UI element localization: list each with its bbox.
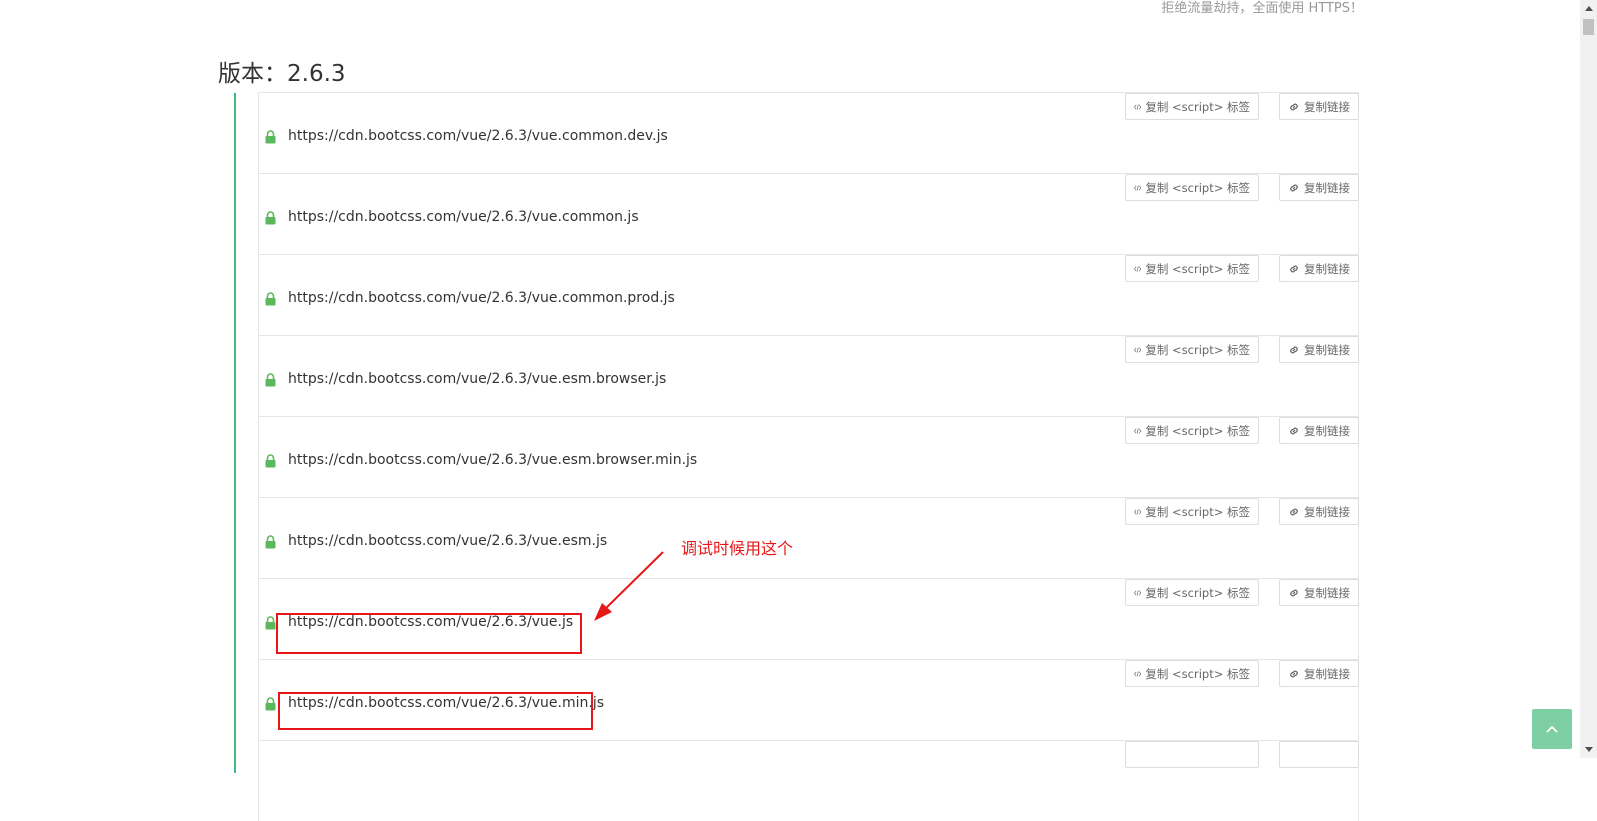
annotation-arrow [594,551,664,621]
copy-link-button[interactable]: 复制链接 [1279,93,1359,120]
copy-script-tag-button[interactable] [1125,741,1259,768]
lock-icon [265,534,276,549]
lock-icon [265,291,276,306]
code-icon [1134,427,1142,434]
file-item: https://cdn.bootcss.com/vue/2.6.3/vue.co… [258,173,1359,254]
copy-script-tag-button[interactable]: 复制 <script> 标签 [1125,336,1259,363]
lock-icon [265,372,276,387]
vertical-scrollbar[interactable] [1580,0,1597,758]
code-icon [1134,103,1142,110]
file-item: https://cdn.bootcss.com/vue/2.6.3/vue.co… [258,92,1359,173]
link-icon [1290,508,1298,515]
link-icon [1290,427,1298,434]
file-list: https://cdn.bootcss.com/vue/2.6.3/vue.co… [258,92,1359,821]
back-to-top-button[interactable] [1532,709,1572,749]
copy-link-button[interactable]: 复制链接 [1279,417,1359,444]
file-item: https://cdn.bootcss.com/vue/2.6.3/vue.co… [258,254,1359,335]
copy-link-button[interactable]: 复制链接 [1279,174,1359,201]
file-item: https://cdn.bootcss.com/vue/2.6.3/vue.es… [258,497,1359,578]
copy-link-button[interactable]: 复制链接 [1279,660,1359,687]
copy-script-tag-button[interactable]: 复制 <script> 标签 [1125,255,1259,282]
copy-script-tag-button[interactable]: 复制 <script> 标签 [1125,498,1259,525]
code-icon [1134,670,1142,677]
copy-script-tag-button[interactable]: 复制 <script> 标签 [1125,660,1259,687]
file-item: https://cdn.bootcss.com/vue/2.6.3/vue.mi… [258,659,1359,740]
copy-script-tag-button[interactable]: 复制 <script> 标签 [1125,93,1259,120]
annotation-text: 调试时候用这个 [681,539,794,558]
lock-icon [265,453,276,468]
file-url[interactable]: https://cdn.bootcss.com/vue/2.6.3/vue.co… [288,209,639,225]
code-icon [1134,508,1142,515]
file-url[interactable]: https://cdn.bootcss.com/vue/2.6.3/vue.mi… [288,695,604,711]
file-url[interactable]: https://cdn.bootcss.com/vue/2.6.3/vue.co… [288,290,675,306]
copy-script-label: 复制 <script> 标签 [1145,261,1250,276]
copy-link-button[interactable]: 复制链接 [1279,498,1359,525]
scroll-thumb[interactable] [1583,19,1594,35]
copy-script-label: 复制 <script> 标签 [1145,666,1250,681]
code-icon [1134,184,1142,191]
link-icon [1290,103,1298,110]
chevron-up-icon [1546,725,1558,733]
file-url[interactable]: https://cdn.bootcss.com/vue/2.6.3/vue.js [288,614,573,630]
lock-icon [265,129,276,144]
copy-link-label: 复制链接 [1304,342,1350,357]
copy-script-label: 复制 <script> 标签 [1145,504,1250,519]
code-icon [1134,589,1142,596]
scroll-down-arrow-icon[interactable] [1580,741,1597,758]
file-url[interactable]: https://cdn.bootcss.com/vue/2.6.3/vue.co… [288,128,668,144]
copy-link-label: 复制链接 [1304,423,1350,438]
copy-link-label: 复制链接 [1304,180,1350,195]
lock-icon [265,210,276,225]
copy-script-label: 复制 <script> 标签 [1145,423,1250,438]
link-icon [1290,589,1298,596]
code-icon [1134,265,1142,272]
copy-link-label: 复制链接 [1304,261,1350,276]
code-icon [1134,346,1142,353]
link-icon [1290,265,1298,272]
copy-script-label: 复制 <script> 标签 [1145,180,1250,195]
link-icon [1290,346,1298,353]
copy-link-label: 复制链接 [1304,504,1350,519]
file-url[interactable]: https://cdn.bootcss.com/vue/2.6.3/vue.es… [288,371,666,387]
copy-link-button[interactable]: 复制链接 [1279,579,1359,606]
timeline-bar [234,93,236,773]
link-icon [1290,184,1298,191]
file-item: https://cdn.bootcss.com/vue/2.6.3/vue.es… [258,416,1359,497]
copy-script-tag-button[interactable]: 复制 <script> 标签 [1125,417,1259,444]
version-title: 版本：2.6.3 [218,61,346,87]
copy-link-button[interactable]: 复制链接 [1279,336,1359,363]
link-icon [1290,670,1298,677]
scroll-up-arrow-icon[interactable] [1580,0,1597,17]
file-item: https://cdn.bootcss.com/vue/2.6.3/vue.es… [258,335,1359,416]
https-note: 拒绝流量劫持，全面使用 HTTPS！ [1161,1,1363,16]
lock-icon [265,696,276,711]
copy-script-label: 复制 <script> 标签 [1145,585,1250,600]
copy-script-tag-button[interactable]: 复制 <script> 标签 [1125,174,1259,201]
file-item: https://cdn.bootcss.com/vue/2.6.3/vue.js… [258,578,1359,659]
file-url[interactable]: https://cdn.bootcss.com/vue/2.6.3/vue.es… [288,533,607,549]
copy-script-label: 复制 <script> 标签 [1145,99,1250,114]
file-item [258,740,1359,821]
copy-link-label: 复制链接 [1304,585,1350,600]
file-url[interactable]: https://cdn.bootcss.com/vue/2.6.3/vue.es… [288,452,697,468]
copy-link-label: 复制链接 [1304,666,1350,681]
lock-icon [265,615,276,630]
copy-script-tag-button[interactable]: 复制 <script> 标签 [1125,579,1259,606]
copy-script-label: 复制 <script> 标签 [1145,342,1250,357]
copy-link-label: 复制链接 [1304,99,1350,114]
copy-link-button[interactable] [1279,741,1359,768]
copy-link-button[interactable]: 复制链接 [1279,255,1359,282]
